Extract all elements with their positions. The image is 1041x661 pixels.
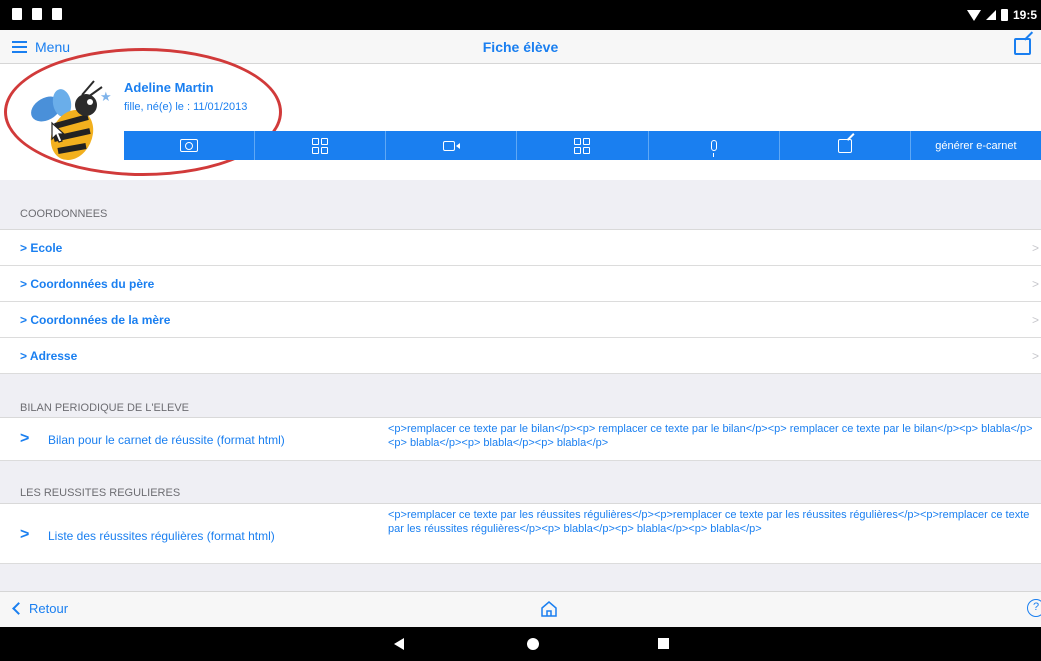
- action-toolbar: générer e-carnet: [124, 131, 1041, 160]
- microphone-icon: [710, 140, 717, 157]
- help-icon[interactable]: ?: [1027, 599, 1041, 617]
- row-adresse[interactable]: > Adresse >: [0, 338, 1041, 374]
- grid-icon: [312, 137, 329, 154]
- audio-button[interactable]: [649, 131, 780, 160]
- system-back-icon[interactable]: [394, 638, 404, 650]
- section-spacer: [0, 564, 1041, 591]
- section-header-reussites: LES REUSSITES REGULIERES: [0, 461, 1041, 504]
- video-button[interactable]: [386, 131, 518, 160]
- video-icon: [442, 140, 460, 151]
- row-label: > Coordonnées du père: [20, 277, 155, 291]
- bottom-toolbar: Retour ?: [0, 591, 1041, 627]
- signal-icon: [985, 10, 996, 20]
- row-label: Liste des réussites régulières (format h…: [48, 529, 275, 543]
- navigation-bar: Menu Fiche élève: [0, 30, 1041, 64]
- edit-icon: [837, 138, 852, 153]
- note-button[interactable]: [780, 131, 911, 160]
- chevron-right-icon: >: [20, 430, 30, 447]
- row-ecole[interactable]: > Ecole >: [0, 230, 1041, 266]
- row-label: > Ecole: [20, 241, 63, 255]
- status-right: 19:5: [966, 8, 1037, 22]
- system-recent-apps-icon[interactable]: [658, 638, 669, 649]
- chevron-right-icon: >: [1031, 349, 1039, 363]
- wifi-icon: [966, 9, 981, 21]
- section-header-bilan: BILAN PERIODIQUE DE L'ELEVE: [0, 374, 1041, 418]
- reussites-value: <p>remplacer ce texte par les réussites …: [388, 509, 1030, 535]
- edit-icon[interactable]: [1014, 38, 1031, 55]
- photo-button[interactable]: [124, 131, 256, 160]
- chevron-right-icon: >: [1031, 313, 1039, 327]
- home-icon[interactable]: [539, 599, 559, 619]
- row-label: Bilan pour le carnet de réussite (format…: [48, 433, 285, 447]
- chevron-right-icon: >: [1031, 241, 1039, 255]
- grid-button[interactable]: [517, 131, 649, 160]
- clock: 19:5: [1012, 8, 1037, 22]
- chevron-right-icon: >: [1031, 277, 1039, 291]
- chevron-right-icon: >: [20, 526, 30, 543]
- notification-icons: [12, 8, 62, 20]
- notification-icon: [12, 8, 22, 20]
- row-coordonnees-pere[interactable]: > Coordonnées du père >: [0, 266, 1041, 302]
- storage-notification-icon: [52, 8, 62, 20]
- page-title: Fiche élève: [482, 39, 559, 55]
- bee-avatar-icon[interactable]: ★: [22, 77, 112, 167]
- image-notification-icon: [32, 8, 42, 20]
- row-bilan[interactable]: > Bilan pour le carnet de réussite (form…: [0, 418, 1041, 461]
- chevron-left-icon: [12, 602, 25, 615]
- back-label: Retour: [29, 601, 69, 616]
- system-home-icon[interactable]: [527, 638, 539, 650]
- row-reussites[interactable]: > Liste des réussites régulières (format…: [0, 504, 1041, 564]
- row-label: > Adresse: [20, 349, 78, 363]
- svg-text:★: ★: [100, 90, 112, 105]
- generate-ecarnet-button[interactable]: générer e-carnet: [911, 131, 1041, 160]
- student-header: ★ Adeline Martin fille, né(e) le : 11/01…: [0, 65, 1041, 180]
- back-button[interactable]: Retour: [12, 601, 69, 616]
- student-name: Adeline Martin: [124, 80, 214, 95]
- row-coordonnees-mere[interactable]: > Coordonnées de la mère >: [0, 302, 1041, 338]
- grid-icon: [574, 137, 591, 154]
- bilan-value: <p>remplacer ce texte par le bilan</p><p…: [388, 423, 1033, 449]
- student-birth-info: fille, né(e) le : 11/01/2013: [124, 101, 248, 113]
- row-label: > Coordonnées de la mère: [20, 313, 171, 327]
- system-navigation-bar: [0, 627, 1041, 661]
- battery-icon: [1000, 9, 1008, 21]
- section-spacer: [0, 180, 1041, 190]
- section-header-coordonnees: COORDONNEES: [0, 190, 1041, 230]
- camera-icon: [180, 139, 199, 152]
- gallery-button[interactable]: [255, 131, 387, 160]
- status-bar: 19:5: [0, 0, 1041, 30]
